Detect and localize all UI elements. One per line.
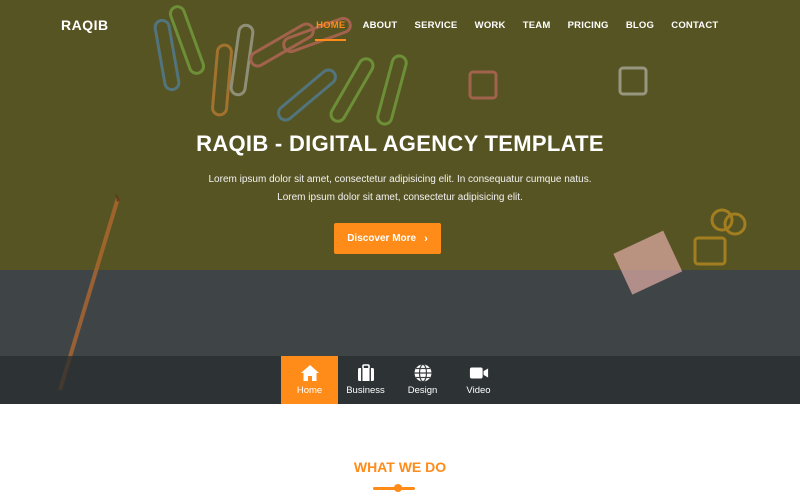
nav-work[interactable]: WORK [466,20,514,31]
section-divider-dot [394,484,402,492]
brand-logo[interactable]: RAQIB [61,17,109,33]
category-tab-bar: Home Business Design Video [0,356,800,404]
tab-video[interactable]: Video [450,356,507,404]
hero-title: RAQIB - DIGITAL AGENCY TEMPLATE [196,131,604,156]
tab-design-label: Design [407,385,438,396]
nav-blog[interactable]: BLOG [617,20,662,31]
nav-team[interactable]: TEAM [514,20,559,31]
nav-service[interactable]: SERVICE [406,20,466,31]
discover-more-button[interactable]: Discover More › [334,223,441,254]
section-title: WHAT WE DO [353,459,447,475]
home-icon [300,363,320,383]
tab-video-label: Video [466,385,491,396]
tab-design[interactable]: Design [394,356,451,404]
nav-home[interactable]: HOME [307,20,354,41]
chevron-right-icon: › [424,232,428,245]
globe-icon [413,363,433,383]
discover-more-label: Discover More [347,233,417,244]
hero-section: RAQIB HOME ABOUT SERVICE WORK TEAM PRICI… [0,0,800,404]
tab-business[interactable]: Business [337,356,394,404]
briefcase-icon [356,363,376,383]
hero-text-line1: Lorem ipsum dolor sit amet, consectetur … [208,174,592,185]
nav-about[interactable]: ABOUT [354,20,406,31]
hero-text-line2: Lorem ipsum dolor sit amet, consectetur … [277,192,523,203]
tab-home[interactable]: Home [281,356,338,404]
nav-contact[interactable]: CONTACT [663,20,727,31]
tab-business-label: Business [346,385,385,396]
video-camera-icon [469,363,489,383]
tab-home-label: Home [296,385,323,396]
main-nav: HOME ABOUT SERVICE WORK TEAM PRICING BLO… [307,20,727,41]
nav-pricing[interactable]: PRICING [559,20,617,31]
